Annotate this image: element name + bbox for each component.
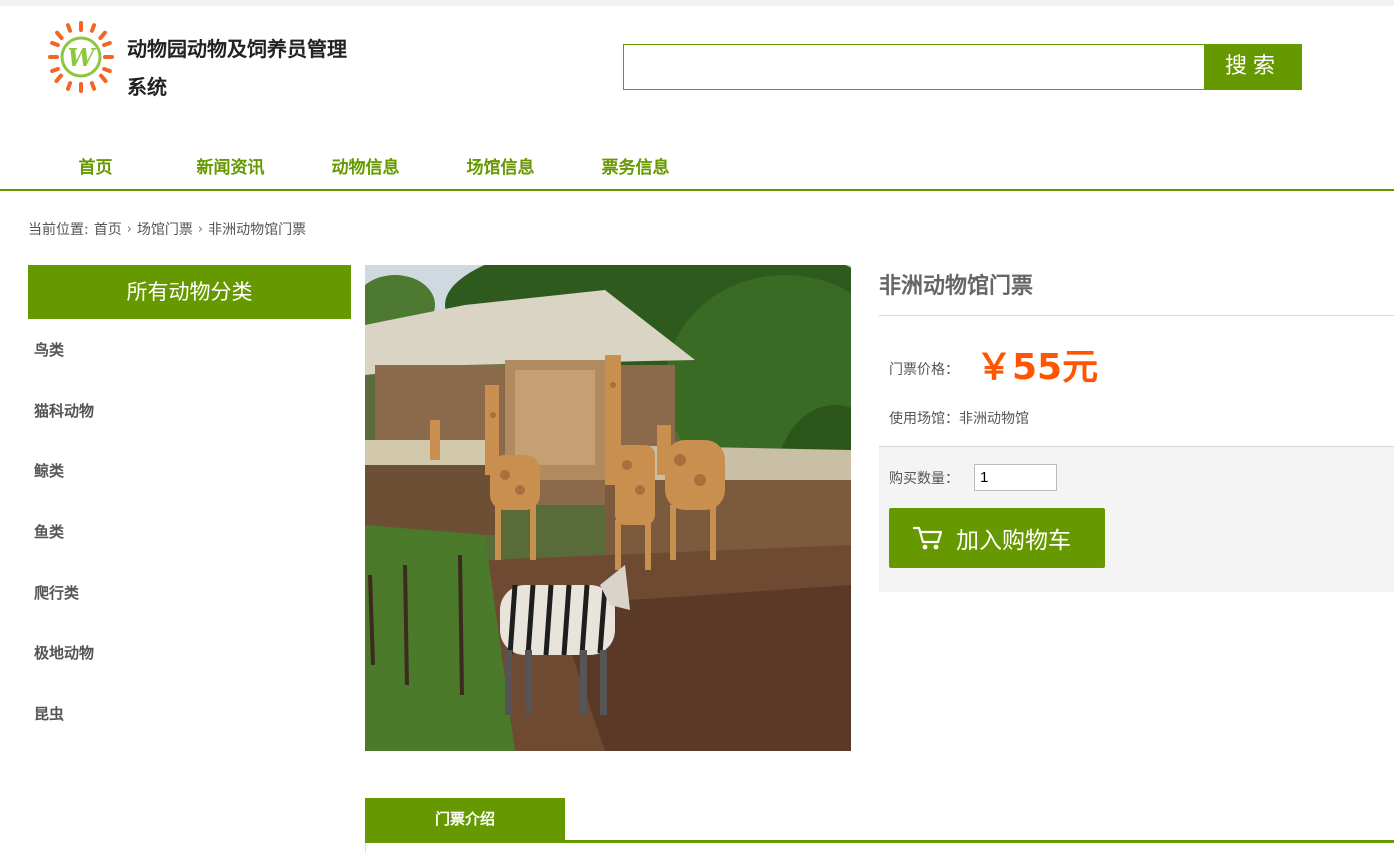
sun-w-logo-icon[interactable]: W: [48, 20, 114, 94]
category-item-birds[interactable]: 鸟类: [28, 320, 351, 381]
price-value: ￥55元: [976, 347, 1099, 388]
chevron-right-icon: ›: [126, 221, 132, 237]
category-item-reptiles[interactable]: 爬行类: [28, 563, 351, 624]
chevron-right-icon: ›: [197, 221, 204, 237]
breadcrumb: 当前位置: 首页 › 场馆门票 › 非洲动物馆门票: [28, 219, 306, 239]
search-input[interactable]: [624, 45, 1204, 89]
svg-text:W: W: [68, 43, 97, 72]
venue-value: 非洲动物馆: [959, 411, 1029, 427]
quantity-label: 购买数量：: [889, 471, 959, 487]
breadcrumb-current: 非洲动物馆门票: [208, 222, 307, 238]
tab-content-edge: [365, 843, 366, 853]
category-item-polar[interactable]: 极地动物: [28, 623, 351, 684]
buy-panel: 购买数量： 加入购物车: [879, 446, 1394, 592]
category-list: 鸟类 猫科动物 鲸类 鱼类 爬行类 极地动物 昆虫: [28, 320, 351, 745]
category-item-fish[interactable]: 鱼类: [28, 502, 351, 563]
product-photo: [365, 265, 851, 751]
venue-row: 使用场馆：非洲动物馆: [889, 408, 1029, 428]
price-label: 门票价格：: [889, 362, 959, 378]
category-item-felines[interactable]: 猫科动物: [28, 381, 351, 442]
top-strip: [0, 0, 1394, 6]
main-nav: 首页 新闻资讯 动物信息 场馆信息 票务信息: [28, 148, 703, 188]
quantity-input[interactable]: [974, 464, 1057, 491]
product-title: 非洲动物馆门票: [879, 274, 1034, 299]
sidebar-title: 所有动物分类: [28, 265, 351, 319]
tab-underline: [365, 840, 1394, 843]
search-button[interactable]: 搜索: [1204, 44, 1302, 90]
nav-item-tickets[interactable]: 票务信息: [568, 148, 703, 188]
nav-item-venues[interactable]: 场馆信息: [433, 148, 568, 188]
info-divider: [879, 315, 1394, 316]
breadcrumb-home-link[interactable]: 首页: [94, 219, 122, 239]
nav-divider: [0, 189, 1394, 191]
venue-label: 使用场馆：: [889, 411, 959, 427]
add-to-cart-label: 加入购物车: [956, 528, 1071, 554]
tab-ticket-intro[interactable]: 门票介绍: [365, 798, 565, 842]
shopping-cart-icon: [912, 524, 944, 552]
search-box: [623, 44, 1205, 90]
breadcrumb-venue-tickets-link[interactable]: 场馆门票: [137, 219, 193, 239]
nav-item-home[interactable]: 首页: [28, 148, 163, 188]
category-item-insects[interactable]: 昆虫: [28, 684, 351, 745]
breadcrumb-prefix: 当前位置:: [28, 222, 89, 238]
add-to-cart-button[interactable]: 加入购物车: [889, 508, 1105, 568]
site-title: 动物园动物及饲养员管理系统: [127, 37, 347, 99]
nav-item-animals[interactable]: 动物信息: [298, 148, 433, 188]
category-item-whales[interactable]: 鲸类: [28, 441, 351, 502]
nav-item-news[interactable]: 新闻资讯: [163, 148, 298, 188]
